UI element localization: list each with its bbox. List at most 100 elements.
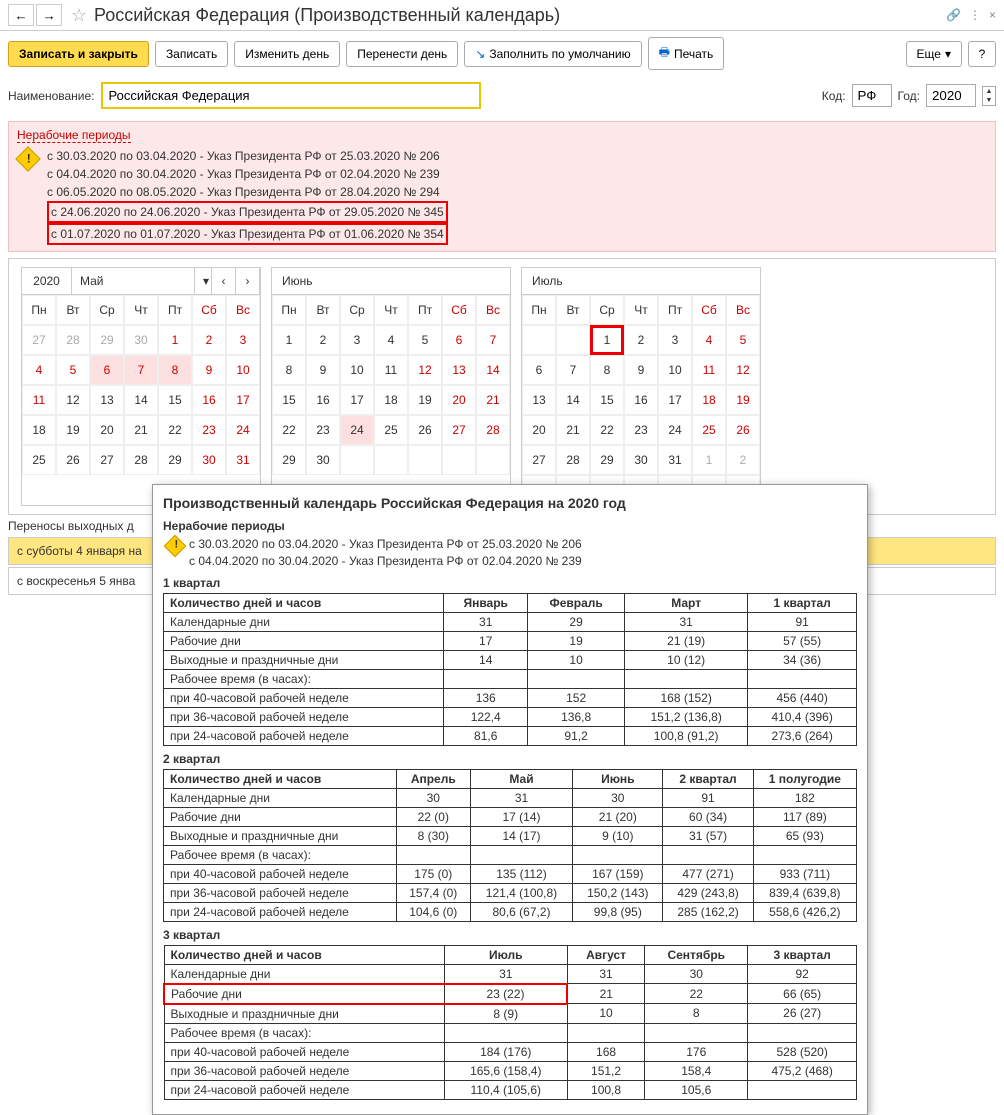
back-button[interactable]: ← xyxy=(8,4,34,26)
cal-day[interactable]: 6 xyxy=(442,325,476,355)
cal-day[interactable]: 14 xyxy=(556,385,590,415)
cal-day[interactable]: 1 xyxy=(158,325,192,355)
cal-day[interactable]: 2 xyxy=(726,445,760,475)
cal-day[interactable]: 12 xyxy=(726,355,760,385)
cal-day[interactable]: 25 xyxy=(22,445,56,475)
cal-day[interactable]: 13 xyxy=(90,385,124,415)
cal-day[interactable]: 13 xyxy=(522,385,556,415)
link-icon[interactable]: 🔗 xyxy=(946,8,961,22)
cal-day[interactable]: 15 xyxy=(158,385,192,415)
cal-day[interactable]: 27 xyxy=(90,445,124,475)
cal-day[interactable]: 29 xyxy=(90,325,124,355)
cal-day[interactable]: 22 xyxy=(158,415,192,445)
cal-day[interactable]: 30 xyxy=(624,445,658,475)
cal-day[interactable]: 6 xyxy=(522,355,556,385)
cal-day[interactable]: 15 xyxy=(590,385,624,415)
cal-day[interactable]: 8 xyxy=(590,355,624,385)
cal-day[interactable]: 7 xyxy=(124,355,158,385)
cal-day[interactable]: 12 xyxy=(56,385,90,415)
cal-day[interactable]: 28 xyxy=(556,445,590,475)
cal-day[interactable]: 31 xyxy=(226,445,260,475)
cal-day[interactable]: 5 xyxy=(56,355,90,385)
cal-day[interactable]: 3 xyxy=(340,325,374,355)
cal-day[interactable]: 27 xyxy=(22,325,56,355)
cal-prev[interactable]: ‹ xyxy=(212,268,236,294)
cal-day[interactable]: 26 xyxy=(56,445,90,475)
cal-day[interactable]: 4 xyxy=(374,325,408,355)
cal-day[interactable]: 16 xyxy=(192,385,226,415)
cal-day[interactable]: 28 xyxy=(476,415,510,445)
cal-month-may[interactable]: Май xyxy=(72,268,195,294)
cal-day[interactable]: 11 xyxy=(22,385,56,415)
cal-day[interactable]: 20 xyxy=(90,415,124,445)
cal-day[interactable]: 30 xyxy=(192,445,226,475)
save-button[interactable]: Записать xyxy=(155,41,228,67)
cal-day[interactable]: 5 xyxy=(408,325,442,355)
cal-day[interactable]: 19 xyxy=(408,385,442,415)
cal-day[interactable]: 28 xyxy=(56,325,90,355)
cal-day[interactable]: 2 xyxy=(306,325,340,355)
cal-year[interactable]: 2020 xyxy=(22,268,72,294)
cal-day[interactable]: 27 xyxy=(442,415,476,445)
cal-day[interactable]: 24 xyxy=(340,415,374,445)
cal-day[interactable]: 20 xyxy=(442,385,476,415)
cal-day[interactable]: 4 xyxy=(692,325,726,355)
save-close-button[interactable]: Записать и закрыть xyxy=(8,41,149,67)
close-icon[interactable]: × xyxy=(989,8,996,22)
cal-day[interactable]: 18 xyxy=(374,385,408,415)
cal-day[interactable]: 2 xyxy=(624,325,658,355)
cal-day[interactable]: 21 xyxy=(124,415,158,445)
cal-day[interactable]: 7 xyxy=(476,325,510,355)
cal-day[interactable]: 10 xyxy=(340,355,374,385)
cal-day[interactable]: 7 xyxy=(556,355,590,385)
cal-day[interactable]: 30 xyxy=(306,445,340,475)
cal-day[interactable]: 14 xyxy=(476,355,510,385)
cal-day[interactable]: 26 xyxy=(408,415,442,445)
cal-day[interactable]: 9 xyxy=(192,355,226,385)
cal-day[interactable]: 20 xyxy=(522,415,556,445)
periods-title[interactable]: Нерабочие периоды xyxy=(17,128,131,143)
cal-day[interactable]: 4 xyxy=(22,355,56,385)
cal-next[interactable]: › xyxy=(236,268,260,294)
cal-day[interactable]: 6 xyxy=(90,355,124,385)
cal-day[interactable]: 21 xyxy=(556,415,590,445)
cal-day[interactable]: 29 xyxy=(158,445,192,475)
cal-day[interactable]: 16 xyxy=(306,385,340,415)
cal-day[interactable] xyxy=(340,445,374,475)
name-input[interactable] xyxy=(101,82,481,109)
cal-day[interactable]: 10 xyxy=(658,355,692,385)
cal-day[interactable]: 10 xyxy=(226,355,260,385)
cal-day[interactable]: 29 xyxy=(272,445,306,475)
year-input[interactable] xyxy=(926,84,976,107)
menu-icon[interactable]: ⋮ xyxy=(969,8,981,22)
cal-day[interactable]: 13 xyxy=(442,355,476,385)
cal-day[interactable]: 18 xyxy=(22,415,56,445)
change-day-button[interactable]: Изменить день xyxy=(234,41,340,67)
cal-day[interactable]: 23 xyxy=(624,415,658,445)
move-day-button[interactable]: Перенести день xyxy=(346,41,458,67)
cal-day[interactable]: 3 xyxy=(226,325,260,355)
cal-day[interactable]: 26 xyxy=(726,415,760,445)
cal-day[interactable]: 22 xyxy=(272,415,306,445)
cal-day[interactable]: 14 xyxy=(124,385,158,415)
cal-day[interactable] xyxy=(522,325,556,355)
cal-day[interactable] xyxy=(476,445,510,475)
cal-day[interactable] xyxy=(374,445,408,475)
more-button[interactable]: Еще ▾ xyxy=(906,41,962,67)
print-button[interactable]: 🖶Печать xyxy=(648,37,725,70)
cal-day[interactable]: 2 xyxy=(192,325,226,355)
code-input[interactable] xyxy=(852,84,892,107)
cal-day[interactable] xyxy=(408,445,442,475)
cal-day[interactable]: 17 xyxy=(226,385,260,415)
cal-day[interactable]: 23 xyxy=(192,415,226,445)
cal-day[interactable]: 3 xyxy=(658,325,692,355)
cal-day[interactable]: 8 xyxy=(272,355,306,385)
help-button[interactable]: ? xyxy=(968,41,996,67)
cal-day[interactable]: 31 xyxy=(658,445,692,475)
cal-day[interactable]: 5 xyxy=(726,325,760,355)
cal-day[interactable]: 1 xyxy=(272,325,306,355)
cal-day[interactable]: 24 xyxy=(658,415,692,445)
cal-day[interactable]: 29 xyxy=(590,445,624,475)
cal-day[interactable]: 11 xyxy=(692,355,726,385)
cal-day[interactable]: 9 xyxy=(624,355,658,385)
